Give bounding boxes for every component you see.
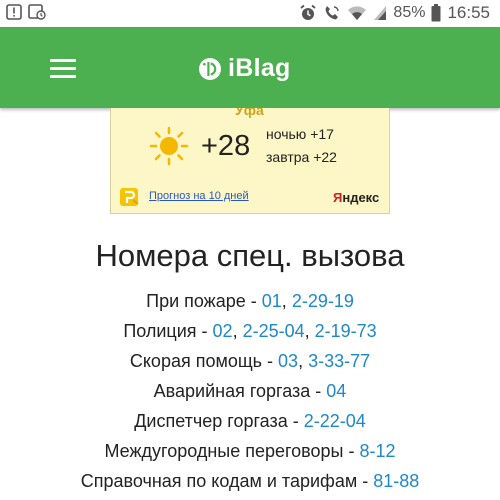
- phone-number-link[interactable]: 2-25-04: [243, 321, 305, 341]
- separator: ,: [304, 321, 315, 341]
- call-icon: [323, 4, 341, 22]
- alarm-icon: [299, 4, 317, 22]
- phone-number-link[interactable]: 02: [213, 321, 233, 341]
- weather-tomorrow: завтра +22: [266, 149, 337, 165]
- phone-number-link[interactable]: 2-29-19: [292, 291, 354, 311]
- page-title: Номера спец. вызова: [95, 238, 405, 273]
- phone-number-link[interactable]: 04: [326, 381, 346, 401]
- status-bar: 85% 16:55: [0, 0, 500, 27]
- app-bar: iBlag: [0, 27, 500, 108]
- list-item: Полиция - 02, 2-25-04, 2-19-73: [0, 319, 500, 349]
- service-label: При пожаре -: [146, 291, 262, 311]
- service-label: Скорая помощь -: [129, 351, 279, 371]
- separator: ,: [298, 351, 309, 371]
- app-title: iBlag: [228, 54, 291, 82]
- signal-icon: [373, 5, 387, 21]
- iblag-logo-icon: [198, 57, 222, 81]
- phone-number-link[interactable]: 2-19-73: [315, 321, 377, 341]
- status-right-icons: 85% 16:55: [299, 3, 490, 23]
- warning-icon: [6, 4, 22, 20]
- phone-number-link[interactable]: 8-12: [360, 441, 396, 461]
- phone-number-link[interactable]: 2-22-04: [304, 411, 366, 431]
- clock: 16:55: [447, 3, 490, 22]
- status-left-icons: [6, 4, 46, 20]
- forecast-10-days-link[interactable]: Прогноз на 10 дней: [149, 190, 249, 202]
- gallery-icon: [28, 4, 46, 20]
- list-item: Справочная по кодам и тарифам - 81-88: [0, 469, 500, 499]
- service-label: Диспетчер горгаза -: [134, 411, 304, 431]
- service-label: Полиция -: [123, 321, 213, 341]
- list-item: Аварийная горгаза - 04: [0, 379, 500, 409]
- separator: ,: [281, 291, 292, 311]
- hamburger-menu-icon[interactable]: [50, 59, 76, 79]
- service-label: Аварийная горгаза -: [153, 381, 327, 401]
- weather-temperature: +28: [201, 130, 251, 162]
- brand[interactable]: iBlag: [198, 54, 291, 83]
- weather-city: Уфа: [235, 108, 264, 118]
- phone-number-link[interactable]: 3-33-77: [308, 351, 370, 371]
- list-item: Междугородные переговоры - 8-12: [0, 439, 500, 469]
- yandex-weather-logo-icon: [119, 186, 143, 213]
- wifi-icon: [347, 5, 367, 21]
- weather-night: ночью +17: [266, 126, 334, 142]
- phone-number-link[interactable]: 03: [278, 351, 298, 371]
- emergency-numbers-list: При пожаре - 01, 2-29-19 Полиция - 02, 2-…: [0, 289, 500, 499]
- yandex-logo[interactable]: Яндекс: [333, 190, 379, 205]
- service-label: Междугородные переговоры -: [104, 441, 360, 461]
- list-item: Скорая помощь - 03, 3-33-77: [0, 349, 500, 379]
- phone-number-link[interactable]: 81-88: [373, 471, 419, 491]
- yandex-logo-rest: ндекс: [342, 190, 380, 205]
- list-item: При пожаре - 01, 2-29-19: [0, 289, 500, 319]
- battery-icon: [431, 4, 441, 22]
- sun-icon: [149, 126, 189, 171]
- phone-number-link[interactable]: 01: [262, 291, 282, 311]
- battery-percent: 85%: [393, 4, 426, 21]
- yandex-logo-first-letter: Я: [333, 190, 343, 205]
- list-item: Диспетчер горгаза - 2-22-04: [0, 409, 500, 439]
- service-label: Справочная по кодам и тарифам -: [80, 471, 374, 491]
- weather-widget[interactable]: Уфа +28 ночью +17 завтра +22 Прогноз на …: [110, 108, 390, 214]
- separator: ,: [232, 321, 243, 341]
